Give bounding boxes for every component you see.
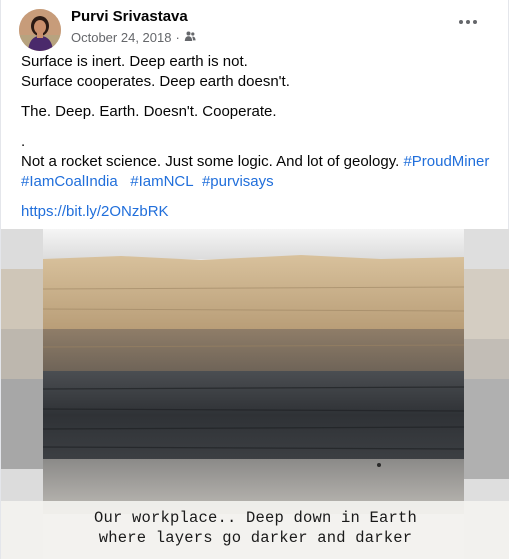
image-caption-line: where layers go darker and darker [98,529,413,547]
avatar-image [19,9,61,51]
hashtag-link[interactable]: #purvisays [202,173,274,190]
post-meta: October 24, 2018 · [71,30,196,45]
post-date[interactable]: October 24, 2018 [71,30,171,45]
text-line: Not a rocket science. Just some logic. A… [21,153,400,170]
avatar[interactable] [19,9,61,51]
hashtag-link[interactable]: #IamNCL [130,173,193,190]
text-line: The. Deep. Earth. Doesn't. Cooperate. [21,103,277,120]
dot [466,20,470,24]
friends-icon[interactable] [184,30,196,45]
text-line: Surface cooperates. Deep earth doesn't. [21,73,290,90]
post-header: Purvi Srivastava October 24, 2018 · [1,0,509,52]
dot [473,20,477,24]
post-photo[interactable]: Our workplace.. Deep down in Earth where… [1,229,509,559]
post-card: Purvi Srivastava October 24, 2018 · Surf… [0,0,509,559]
hashtag-link[interactable]: #IamCoalIndia [21,173,118,190]
hashtag-link[interactable]: #ProudMiner [403,153,489,170]
more-options-icon[interactable] [454,12,482,32]
separator-dot: · [175,30,180,45]
text-line-with-hashtag: Not a rocket science. Just some logic. A… [21,152,496,172]
short-link[interactable]: https://bit.ly/2ONzbRK [21,203,169,220]
author-name[interactable]: Purvi Srivastava [71,8,188,25]
text-line: . [21,133,26,150]
hashtag-line: #IamCoalIndia #IamNCL #purvisays [21,172,496,192]
post-text: Surface is inert. Deep earth is not. Sur… [21,52,496,222]
text-line: Surface is inert. Deep earth is not. [21,53,248,70]
dot [459,20,463,24]
image-caption-line: Our workplace.. Deep down in Earth [93,509,418,527]
